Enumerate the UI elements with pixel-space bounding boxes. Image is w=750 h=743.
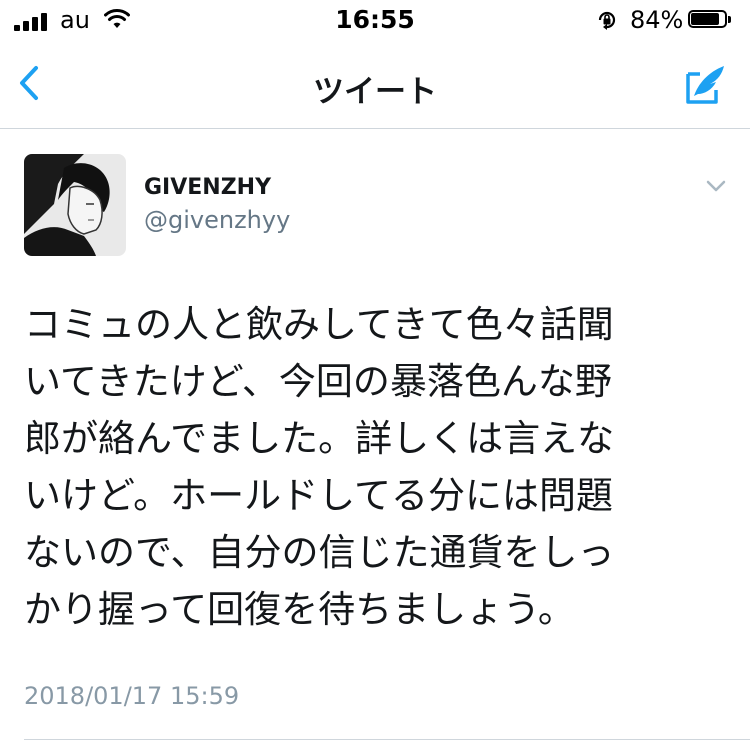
battery-icon [688, 10, 732, 30]
chevron-down-icon[interactable] [704, 177, 728, 195]
status-bar: au 16:55 84% [0, 0, 750, 40]
user-handle[interactable]: @givenzhyy [144, 206, 290, 234]
avatar-image [24, 154, 126, 256]
tweet-timestamp: 2018/01/17 15:59 [24, 682, 240, 710]
rotation-lock-icon [598, 11, 616, 30]
tweet-text: コミュの人と飲みしてきて色々話聞 いてきたけど、今回の暴落色んな野 郎が絡んでま… [24, 303, 615, 631]
compose-tweet-icon[interactable] [680, 60, 730, 110]
nav-bar: ツイート [0, 40, 750, 129]
divider [24, 739, 750, 740]
avatar[interactable] [24, 154, 126, 256]
page-title: ツイート [313, 74, 437, 110]
display-name[interactable]: GIVENZHY [144, 175, 271, 200]
battery-percent: 84% [630, 6, 684, 34]
